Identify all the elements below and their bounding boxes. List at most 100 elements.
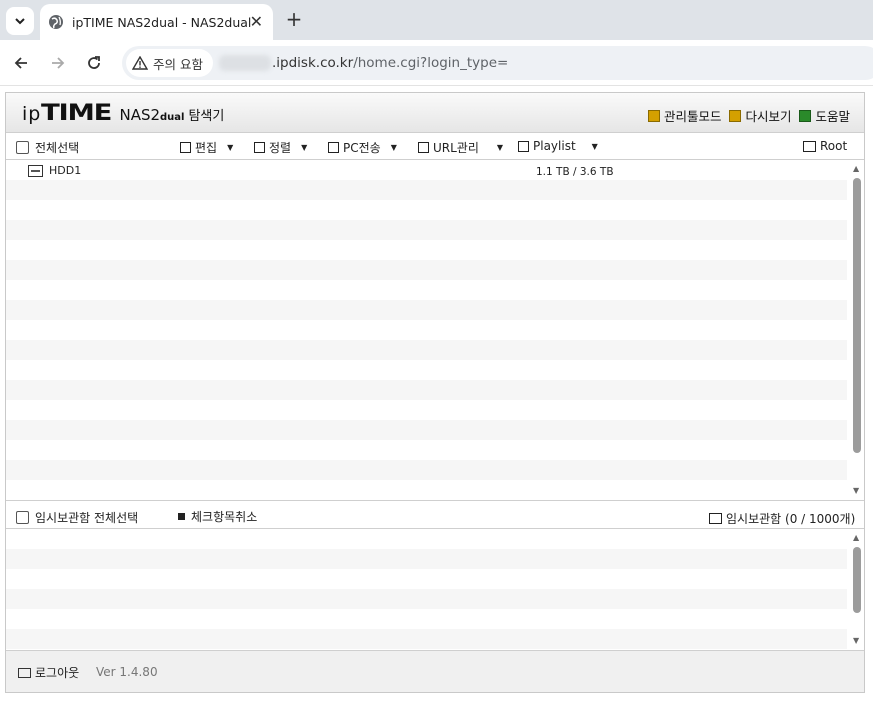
logout-button[interactable]: 로그아웃 (18, 664, 79, 681)
file-list: HDD1 1.1 TB / 3.6 TB ▲ ▼ (6, 160, 864, 501)
refresh-link[interactable]: 다시보기 (729, 106, 791, 125)
caret-down-icon: ▼ (390, 143, 397, 152)
help-icon (799, 109, 812, 122)
reload-button[interactable] (83, 52, 105, 74)
edit-icon (180, 142, 191, 153)
admin-tool-mode-link[interactable]: 관리툴모드 (647, 106, 721, 125)
checkbox[interactable] (16, 511, 29, 524)
caret-down-icon: ▼ (227, 143, 234, 152)
back-button[interactable] (10, 52, 32, 74)
forward-arrow-icon (52, 57, 65, 69)
file-toolbar: 전체선택 편집 ▼ 정렬 ▼ PC전송 ▼ URL관리 ▼ Playlist ▼ (6, 133, 864, 160)
empty-row (6, 320, 847, 340)
iptime-logo: ip TIME NAS2 dual 탐색기 (22, 101, 225, 126)
pc-transfer-icon (328, 142, 339, 153)
app-footer: 로그아웃 Ver 1.4.80 (6, 651, 864, 692)
empty-row (6, 629, 847, 649)
minus-icon (178, 513, 185, 520)
empty-row (6, 480, 847, 500)
pc-transfer-menu[interactable]: PC전송 ▼ (328, 139, 397, 156)
file-list-scrollbar[interactable]: ▲ ▼ (850, 160, 864, 500)
root-folder-button[interactable]: Root (803, 139, 847, 153)
sort-icon (254, 142, 265, 153)
empty-row (6, 380, 847, 400)
file-item[interactable]: HDD1 (28, 164, 81, 177)
tempbox-select-all[interactable]: 임시보관함 전체선택 (16, 509, 138, 526)
empty-row (6, 240, 847, 260)
empty-row (6, 400, 847, 420)
hard-disk-icon (28, 164, 43, 177)
version-label: Ver 1.4.80 (96, 665, 158, 679)
refresh-icon (729, 109, 742, 122)
app-title: 탐색기 (188, 109, 225, 124)
empty-row (6, 569, 847, 589)
scroll-down-arrow-icon[interactable]: ▼ (853, 486, 859, 495)
tempbox-title: 임시보관함 (0 / 1000개) (709, 510, 855, 527)
admin-tool-icon (647, 109, 660, 122)
empty-row (6, 220, 847, 240)
empty-row (6, 300, 847, 320)
empty-row (6, 200, 847, 220)
caret-down-icon: ▼ (301, 143, 308, 152)
tempbox-toolbar: 임시보관함 전체선택 체크항목취소 임시보관함 (0 / 1000개) (6, 501, 864, 529)
browser-tab[interactable]: ipTIME NAS2dual - NAS2dual ✕ (40, 4, 273, 40)
warning-triangle-icon (132, 56, 148, 70)
folder-icon (803, 140, 816, 152)
url-host: .ipdisk.co.kr (272, 55, 354, 71)
back-arrow-icon (14, 57, 27, 69)
empty-row (6, 280, 847, 300)
edit-menu[interactable]: 편집 ▼ (180, 139, 233, 156)
empty-row (6, 360, 847, 380)
empty-row (6, 589, 847, 609)
empty-row (6, 260, 847, 280)
key-icon (18, 667, 31, 678)
checkbox[interactable] (16, 141, 29, 154)
scroll-down-arrow-icon[interactable]: ▼ (853, 636, 859, 645)
url-omnibox[interactable]: 주의 요함 .ipdisk.co.kr/home.cgi?login_type= (122, 46, 873, 80)
url-text[interactable]: .ipdisk.co.kr/home.cgi?login_type= (272, 55, 508, 71)
empty-row (6, 609, 847, 629)
sort-menu[interactable]: 정렬 ▼ (254, 139, 307, 156)
empty-row (6, 340, 847, 360)
new-tab-button[interactable]: + (282, 8, 306, 32)
app-header: ip TIME NAS2 dual 탐색기 관리툴모드 다시보기 도움말 (6, 93, 864, 133)
tempbox-list: ▲ ▼ (6, 529, 864, 651)
chevron-down-icon (15, 18, 25, 25)
close-tab-icon[interactable]: ✕ (250, 12, 263, 31)
empty-row (6, 460, 847, 480)
security-warning-text: 주의 요함 (153, 56, 203, 72)
playlist-icon (518, 140, 529, 152)
empty-row (6, 420, 847, 440)
disk-usage: 1.1 TB / 3.6 TB (536, 166, 614, 178)
scroll-thumb[interactable] (853, 178, 861, 453)
empty-row (6, 180, 847, 200)
help-link[interactable]: 도움말 (799, 106, 850, 125)
uncheck-items-button[interactable]: 체크항목취소 (178, 508, 257, 525)
address-bar-row: 주의 요함 .ipdisk.co.kr/home.cgi?login_type= (0, 40, 873, 86)
security-warning-chip[interactable]: 주의 요함 (126, 49, 213, 77)
globe-icon (49, 15, 63, 29)
empty-row (6, 549, 847, 569)
tab-search-dropdown[interactable] (6, 7, 34, 35)
reload-icon (88, 56, 100, 69)
folder-icon (709, 513, 722, 524)
select-all-checkbox[interactable]: 전체선택 (16, 139, 79, 156)
scroll-up-arrow-icon[interactable]: ▲ (853, 533, 859, 542)
forward-button[interactable] (47, 52, 69, 74)
file-name: HDD1 (49, 164, 82, 177)
caret-down-icon: ▼ (496, 143, 504, 152)
tempbox-scrollbar[interactable]: ▲ ▼ (850, 529, 864, 650)
tab-title: ipTIME NAS2dual - NAS2dual (72, 14, 252, 30)
scroll-thumb[interactable] (853, 547, 861, 613)
scroll-up-arrow-icon[interactable]: ▲ (853, 164, 859, 173)
caret-down-icon: ▼ (591, 141, 598, 151)
url-link-icon (418, 142, 429, 153)
empty-row (6, 529, 847, 549)
table-row[interactable]: HDD1 1.1 TB / 3.6 TB (6, 160, 847, 180)
url-manage-menu[interactable]: URL관리 ▼ (418, 139, 503, 156)
nas-explorer-app: ip TIME NAS2 dual 탐색기 관리툴모드 다시보기 도움말 전체선 (5, 92, 865, 693)
blurred-hostname (219, 55, 271, 71)
empty-row (6, 440, 847, 460)
browser-tab-bar: ipTIME NAS2dual - NAS2dual ✕ + (0, 0, 873, 40)
playlist-menu[interactable]: Playlist ▼ (518, 139, 598, 153)
